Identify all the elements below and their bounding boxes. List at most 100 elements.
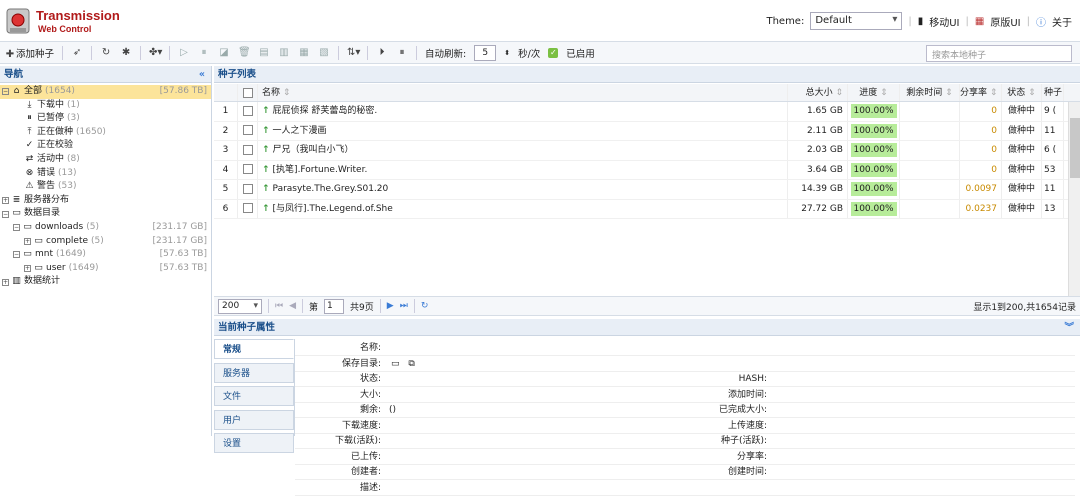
tracker-icon[interactable]: ▤ — [258, 47, 270, 58]
next-page-icon[interactable]: ▶ — [387, 301, 394, 311]
label-icon[interactable]: ▥ — [278, 47, 290, 58]
nav-item[interactable]: − ▭ downloads (5) [231.17 GB] — [0, 221, 211, 235]
nav-item[interactable]: ✓ 正在校验 — [0, 139, 211, 153]
search-input[interactable]: 搜索本地种子 — [926, 45, 1072, 62]
info-icon: ⓘ — [1036, 17, 1046, 29]
last-page-icon[interactable]: ⏭ — [400, 301, 408, 311]
nav-item[interactable]: + ▥ 数据统计 — [0, 275, 211, 289]
stepper-icon[interactable]: ⬍ — [504, 49, 510, 57]
app-header: Transmission Web Control Theme: Default … — [0, 0, 1080, 42]
first-page-icon[interactable]: ⏮ — [275, 301, 283, 311]
status-cell: 做种中 — [1002, 160, 1042, 179]
trash-icon[interactable]: 🗑 — [238, 47, 251, 58]
expander-icon[interactable]: − — [13, 251, 20, 259]
folder-open-icon[interactable]: ▭ — [391, 359, 400, 369]
nav-item-count: (1649) — [56, 249, 86, 260]
props-tab[interactable]: 设置 — [214, 433, 294, 453]
reload-icon[interactable]: ↻ — [421, 301, 429, 311]
torrent-name: 屁屁侦探 舒芙蕾岛的秘密. — [272, 106, 378, 116]
prev-page-icon[interactable]: ◀ — [289, 301, 296, 311]
auto-refresh-label: 自动刷新: — [425, 48, 467, 60]
ratio-cell: 0.0237 — [960, 199, 1002, 218]
nav-item[interactable]: ⤒ 正在做种 (1650) — [0, 126, 211, 140]
column-size[interactable]: 总大小 ⇕ — [788, 84, 848, 101]
collapse-icon[interactable]: « — [199, 66, 205, 83]
recheck-icon[interactable]: ◪ — [218, 47, 230, 58]
move-icon[interactable]: ▦ — [298, 47, 310, 58]
expander-icon[interactable]: − — [2, 88, 9, 96]
theme-select[interactable]: Default — [810, 12, 903, 30]
start-all-icon[interactable]: ⏵ — [376, 47, 388, 58]
scroll-thumb[interactable] — [1070, 118, 1080, 178]
page-input[interactable]: 1 — [324, 298, 345, 314]
table-row[interactable]: 6 ↑ [与凤行].The.Legend.of.She 27.72 GB 100.00%… — [214, 199, 1080, 219]
props-tab[interactable]: 用户 — [214, 409, 294, 430]
classic-ui-link[interactable]: 原版UI — [990, 14, 1020, 29]
column-seeds[interactable]: 种子| — [1042, 84, 1064, 101]
row-checkbox[interactable] — [238, 121, 258, 140]
table-row[interactable]: 3 ↑ 尸兄（我叫白小飞） 2.03 GB 100.00% 0 做种中 6 ( — [214, 141, 1080, 161]
expander-icon[interactable]: + — [24, 265, 31, 273]
sort-menu-icon[interactable]: ⇅▾ — [347, 47, 360, 58]
table-row[interactable]: 4 ↑ [执笔].Fortune.Writer. 3.64 GB 100.00% 0 做种中… — [214, 160, 1080, 180]
nav-item-label: 正在做种 — [37, 126, 74, 137]
expander-icon[interactable]: + — [24, 237, 31, 245]
row-checkbox[interactable] — [238, 160, 258, 179]
nav-item-label: 已暂停 — [37, 113, 65, 124]
gear-icon[interactable]: ✱ — [120, 47, 132, 58]
row-checkbox[interactable] — [238, 199, 258, 218]
nav-item[interactable]: ⏸ 已暂停 (3) — [0, 112, 211, 126]
nav-item-label: 数据目录 — [24, 208, 61, 219]
mobile-ui-link[interactable]: 移动UI — [929, 14, 959, 29]
start-icon[interactable]: ▷ — [178, 47, 190, 58]
nav-item[interactable]: + ▭ user (1649) [57.63 TB] — [0, 262, 211, 276]
divider: | — [1026, 15, 1030, 27]
progress-bar: 100.00% — [850, 162, 897, 177]
expander-icon[interactable]: + — [2, 278, 9, 286]
server-icon: ≣ — [12, 194, 21, 205]
row-checkbox[interactable] — [238, 180, 258, 199]
expander-icon[interactable]: − — [2, 210, 9, 218]
nav-item[interactable]: ⤓ 下载中 (1) — [0, 99, 211, 113]
pause-icon[interactable]: ⏸ — [198, 47, 210, 58]
pause-all-icon[interactable]: ⏸ — [396, 47, 408, 58]
expander-icon[interactable]: − — [13, 224, 20, 232]
props-tab[interactable]: 文件 — [214, 386, 294, 406]
nav-item-count: (1649) — [68, 262, 99, 273]
select-all-checkbox[interactable] — [238, 84, 258, 101]
refresh-interval-input[interactable]: 5 — [474, 44, 497, 61]
page-size-select[interactable]: 200 — [218, 298, 262, 314]
nav-item-label: user — [46, 262, 66, 273]
table-row[interactable]: 2 ↑ 一人之下漫画 2.11 GB 100.00% 0 做种中 11 — [214, 121, 1080, 141]
plugin-menu-icon[interactable]: ✤▾ — [149, 47, 162, 58]
rocket-icon[interactable]: ➶ — [71, 47, 83, 58]
expander-icon[interactable]: + — [2, 197, 9, 205]
props-tab[interactable]: 服务器 — [214, 362, 294, 383]
copy-icon[interactable]: ⧉ — [408, 359, 414, 369]
enabled-checkbox[interactable]: ✓ — [548, 47, 559, 58]
row-checkbox[interactable] — [238, 102, 258, 121]
refresh-icon[interactable]: ↻ — [100, 47, 112, 58]
nav-item[interactable]: ⊗ 错误 (13) — [0, 167, 211, 181]
table-row[interactable]: 5 ↑ Parasyte.The.Grey.S01.20 14.39 GB 100.00… — [214, 180, 1080, 200]
expand-icon[interactable]: ︾ — [1064, 319, 1074, 336]
rename-icon[interactable]: ▧ — [318, 47, 330, 58]
column-remaining[interactable]: 剩余时间 ⇕ — [900, 84, 960, 101]
about-link[interactable]: 关于 — [1052, 14, 1072, 29]
nav-item[interactable]: + ▭ complete (5) [231.17 GB] — [0, 235, 211, 249]
add-torrent-button[interactable]: ✚ 添加种子 — [4, 46, 54, 60]
column-progress[interactable]: 进度 ⇕ — [848, 84, 900, 101]
grid-scrollbar[interactable] — [1068, 102, 1080, 296]
nav-item[interactable]: − ⌂ 全部 (1654) [57.86 TB] — [0, 85, 211, 99]
nav-item[interactable]: ⇄ 活动中 (8) — [0, 153, 211, 167]
nav-item[interactable]: − ▭ mnt (1649) [57.63 TB] — [0, 248, 211, 262]
column-name[interactable]: 名称 ⇕ — [258, 84, 788, 101]
table-row[interactable]: 1 ↑ 屁屁侦探 舒芙蕾岛的秘密. 1.65 GB 100.00% 0 做种中 9 ( — [214, 102, 1080, 122]
column-status[interactable]: 状态 ⇕ — [1002, 84, 1042, 101]
nav-item[interactable]: + ≣ 服务器分布 — [0, 194, 211, 208]
props-tab[interactable]: 常规 — [214, 339, 294, 359]
nav-item[interactable]: − ▭ 数据目录 — [0, 207, 211, 221]
row-checkbox[interactable] — [238, 141, 258, 160]
column-ratio[interactable]: 分享率 ⇕ — [960, 84, 1002, 101]
nav-item[interactable]: ⚠ 警告 (53) — [0, 180, 211, 194]
